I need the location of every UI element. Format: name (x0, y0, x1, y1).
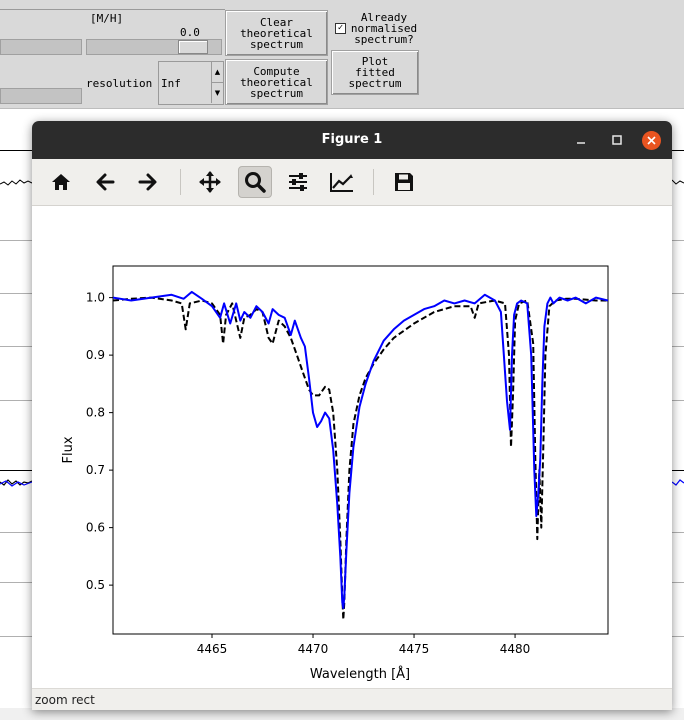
figure-window: Figure 1 0.5 0.6 0.7 0.8 0.9 1.0 4465 44… (32, 121, 672, 710)
y-tick-label: 0.6 (86, 521, 105, 535)
button-line: Compute (253, 64, 300, 78)
x-axis-label: Wavelength [Å] (310, 666, 410, 682)
move-icon[interactable] (194, 167, 226, 197)
check-icon[interactable]: ✓ (335, 23, 346, 34)
line-chart-icon[interactable] (326, 167, 358, 197)
toolbar-separator (180, 169, 181, 195)
button-line: theoretical (240, 26, 313, 40)
background-spectrum-fragment (0, 479, 33, 487)
compute-theoretical-spectrum-button[interactable]: Compute theoretical spectrum (225, 59, 328, 105)
control-panel: [M/H] 0.0 resolution Inf ▲ ▼ Clear theor… (0, 0, 684, 109)
spin-down-icon[interactable]: ▼ (211, 83, 223, 103)
home-icon[interactable] (45, 167, 77, 197)
status-bar: zoom rect (32, 688, 672, 710)
lower-slider-track[interactable] (0, 88, 82, 104)
x-tick-label: 4465 (197, 642, 228, 656)
metallicity-label: [M/H] (90, 12, 124, 25)
magnifier-icon[interactable] (238, 166, 272, 198)
y-tick-label: 0.9 (86, 348, 105, 362)
floppy-icon[interactable] (388, 167, 420, 197)
window-titlebar[interactable]: Figure 1 (32, 121, 672, 159)
normalised-label: Already normalised spectrum? (346, 12, 422, 45)
button-line: spectrum (348, 77, 402, 90)
y-tick-label: 0.8 (86, 406, 105, 420)
button-line: spectrum (250, 86, 303, 100)
button-line: Clear (259, 15, 294, 29)
toolbar-separator (373, 169, 374, 195)
close-icon[interactable] (642, 131, 661, 150)
spectrum-plot[interactable]: 0.5 0.6 0.7 0.8 0.9 1.0 4465 4470 4475 4480 Wave… (32, 206, 672, 689)
label-line: spectrum? (354, 33, 414, 46)
x-ticks: 4465 4470 4475 4480 (197, 634, 531, 656)
y-ticks: 0.5 0.6 0.7 0.8 0.9 1.0 (86, 291, 113, 592)
arrow-right-icon[interactable] (132, 167, 164, 197)
button-line: theoretical (240, 75, 313, 89)
sliders-icon[interactable] (282, 167, 314, 197)
x-tick-label: 4470 (298, 642, 329, 656)
figure-canvas[interactable]: 0.5 0.6 0.7 0.8 0.9 1.0 4465 4470 4475 4480 Wave… (32, 206, 672, 689)
x-tick-label: 4480 (500, 642, 531, 656)
button-line: spectrum (250, 37, 303, 51)
plot-fitted-spectrum-button[interactable]: Plot fitted spectrum (331, 50, 419, 95)
resolution-value: Inf (161, 77, 181, 90)
resolution-spinbox[interactable]: Inf ▲ ▼ (158, 61, 224, 105)
y-tick-label: 0.7 (86, 463, 105, 477)
metallicity-slider-thumb[interactable] (178, 40, 208, 54)
maximize-icon[interactable] (608, 131, 626, 149)
minimize-icon[interactable] (572, 131, 590, 149)
normalised-spectrum-checkbox[interactable]: ✓ Already normalised spectrum? (333, 12, 421, 48)
background-spectrum-fragment (672, 179, 684, 185)
resolution-label: resolution (86, 77, 153, 90)
y-tick-label: 0.5 (86, 578, 105, 592)
background-spectrum-fragment (0, 179, 33, 186)
metallicity-value: 0.0 (180, 26, 200, 39)
background-spectrum-fragment (672, 479, 684, 486)
clear-theoretical-spectrum-button[interactable]: Clear theoretical spectrum (225, 10, 328, 56)
x-tick-label: 4475 (399, 642, 430, 656)
status-text: zoom rect (35, 693, 95, 707)
spin-up-icon[interactable]: ▲ (211, 62, 223, 83)
y-axis-label: Flux (61, 436, 76, 463)
arrow-left-icon[interactable] (89, 167, 121, 197)
y-tick-label: 1.0 (86, 291, 105, 305)
separator (0, 9, 225, 10)
navigation-toolbar (32, 159, 672, 206)
left-slider-track[interactable] (0, 39, 82, 55)
